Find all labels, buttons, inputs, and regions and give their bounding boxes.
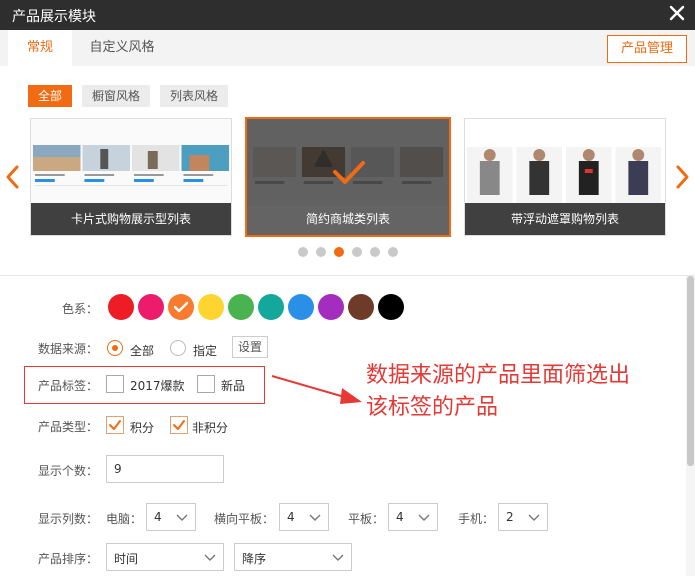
display-count-input[interactable]: 9 bbox=[106, 455, 224, 483]
style-card-floating-mask-list[interactable]: 带浮动遮罩购物列表 bbox=[464, 118, 666, 236]
filter-list-style-button[interactable]: 列表风格 bbox=[160, 85, 228, 107]
tag-2017-hot-checkbox[interactable] bbox=[106, 375, 124, 393]
color-swatch-brown[interactable] bbox=[348, 294, 374, 320]
columns-landscape-tablet-select[interactable]: 4 bbox=[279, 503, 329, 531]
card-list-thumbnail bbox=[31, 119, 231, 205]
section-divider bbox=[0, 275, 695, 276]
color-swatch-purple[interactable] bbox=[318, 294, 344, 320]
style-card-card-list[interactable]: 卡片式购物展示型列表 bbox=[30, 118, 232, 236]
filter-all-button[interactable]: 全部 bbox=[28, 85, 72, 107]
color-swatch-teal[interactable] bbox=[258, 294, 284, 320]
floating-mask-thumbnail bbox=[465, 119, 665, 205]
display-columns-label: 显示列数： bbox=[38, 512, 99, 526]
checkmark-icon bbox=[173, 301, 189, 313]
tab-bar: 常规 自定义风格 产品管理 bbox=[0, 30, 695, 66]
card-label: 卡片式购物展示型列表 bbox=[31, 203, 231, 235]
color-swatch-blue[interactable] bbox=[288, 294, 314, 320]
sort-field-value: 时间 bbox=[114, 552, 139, 566]
scrollbar-thumb[interactable] bbox=[687, 276, 694, 466]
sort-order-value: 降序 bbox=[242, 552, 267, 566]
columns-mobile-label: 手机： bbox=[458, 512, 495, 526]
carousel-dot[interactable] bbox=[298, 247, 308, 257]
checkmark-icon bbox=[332, 159, 366, 190]
checkmark-icon bbox=[173, 420, 185, 430]
product-tag-label: 产品标签： bbox=[38, 379, 99, 393]
columns-tablet-value: 4 bbox=[396, 510, 404, 524]
source-specified-label: 指定 bbox=[193, 344, 218, 358]
tag-new-label: 新品 bbox=[221, 379, 246, 393]
carousel-prev-icon[interactable] bbox=[4, 163, 22, 191]
carousel-next-icon[interactable] bbox=[673, 163, 691, 191]
type-points-label: 积分 bbox=[130, 421, 155, 435]
type-points-checkbox[interactable] bbox=[106, 416, 124, 434]
columns-pc-value: 4 bbox=[154, 510, 162, 524]
display-count-label: 显示个数： bbox=[38, 464, 99, 478]
color-swatch-orange[interactable] bbox=[168, 294, 194, 320]
carousel-dot[interactable] bbox=[388, 247, 398, 257]
color-swatch-red[interactable] bbox=[108, 294, 134, 320]
chevron-down-icon bbox=[332, 554, 344, 561]
window-title: 产品展示模块 bbox=[12, 9, 96, 25]
columns-tablet-select[interactable]: 4 bbox=[388, 503, 438, 531]
product-type-label: 产品类型： bbox=[38, 420, 99, 434]
color-swatch-black[interactable] bbox=[378, 294, 404, 320]
title-bar: 产品展示模块 bbox=[0, 0, 695, 30]
card-label: 带浮动遮罩购物列表 bbox=[465, 203, 665, 235]
carousel-dot-active[interactable] bbox=[334, 247, 344, 257]
annotation-arrow-icon bbox=[271, 375, 362, 404]
style-card-simple-mall-list[interactable]: 简约商城类列表 bbox=[245, 117, 451, 237]
columns-tablet-label: 平板： bbox=[348, 512, 385, 526]
columns-pc-label: 电脑： bbox=[106, 512, 143, 526]
tab-general[interactable]: 常规 bbox=[8, 30, 72, 66]
carousel-dot[interactable] bbox=[352, 247, 362, 257]
card-label: 简约商城类列表 bbox=[305, 212, 390, 226]
columns-mobile-value: 2 bbox=[506, 510, 514, 524]
chevron-down-icon bbox=[418, 514, 430, 521]
sort-order-select[interactable]: 降序 bbox=[234, 543, 352, 571]
color-swatch-pink[interactable] bbox=[138, 294, 164, 320]
color-swatch-yellow[interactable] bbox=[198, 294, 224, 320]
columns-pc-select[interactable]: 4 bbox=[146, 503, 196, 531]
type-non-points-label: 非积分 bbox=[192, 421, 229, 435]
checkmark-icon bbox=[109, 420, 121, 430]
source-specified-radio[interactable] bbox=[170, 340, 186, 356]
color-swatch-green[interactable] bbox=[228, 294, 254, 320]
carousel-dot[interactable] bbox=[316, 247, 326, 257]
tag-new-checkbox[interactable] bbox=[197, 375, 215, 393]
annotation-text: 数据来源的产品里面筛选出 该标签的产品 bbox=[366, 360, 691, 424]
annotation-line-1: 数据来源的产品里面筛选出 bbox=[366, 363, 631, 388]
annotation-line-2: 该标签的产品 bbox=[366, 395, 499, 420]
tab-custom-style[interactable]: 自定义风格 bbox=[84, 30, 160, 66]
chevron-down-icon bbox=[176, 514, 188, 521]
chevron-down-icon bbox=[204, 554, 216, 561]
carousel-dot[interactable] bbox=[370, 247, 380, 257]
source-all-label: 全部 bbox=[130, 344, 155, 358]
color-label: 色系： bbox=[62, 302, 99, 316]
columns-mobile-select[interactable]: 2 bbox=[498, 503, 548, 531]
type-non-points-checkbox[interactable] bbox=[170, 416, 188, 434]
source-all-radio[interactable] bbox=[107, 340, 123, 356]
filter-window-style-button[interactable]: 橱窗风格 bbox=[82, 85, 150, 107]
close-icon[interactable] bbox=[667, 3, 687, 23]
tag-2017-hot-label: 2017爆款 bbox=[130, 379, 185, 393]
data-source-label: 数据来源： bbox=[38, 342, 99, 356]
sort-field-select[interactable]: 时间 bbox=[106, 543, 224, 571]
columns-landscape-tablet-value: 4 bbox=[287, 510, 295, 524]
columns-landscape-tablet-label: 横向平板： bbox=[214, 512, 275, 526]
product-sort-label: 产品排序： bbox=[38, 552, 99, 566]
chevron-down-icon bbox=[528, 514, 540, 521]
chevron-down-icon bbox=[309, 514, 321, 521]
vertical-scrollbar[interactable] bbox=[686, 276, 695, 576]
settings-button[interactable]: 设置 bbox=[232, 336, 268, 358]
product-manage-button[interactable]: 产品管理 bbox=[607, 35, 687, 63]
